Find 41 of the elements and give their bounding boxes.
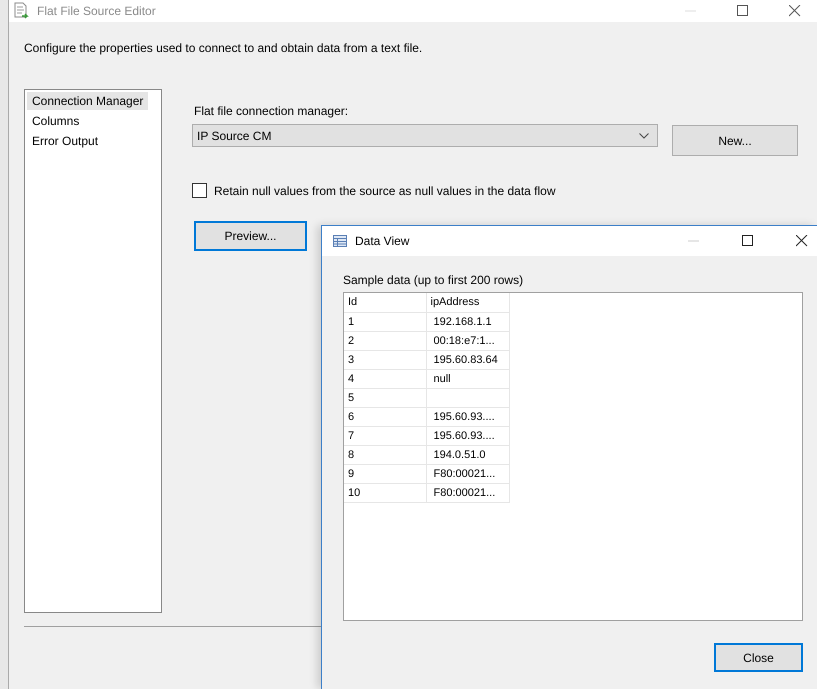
table-cell: 192.168.1.1 bbox=[434, 316, 492, 328]
column-header[interactable]: ipAddress bbox=[426, 293, 509, 312]
table-cell: 3 bbox=[348, 354, 354, 366]
table-cell: 5 bbox=[348, 392, 354, 404]
grid-icon bbox=[333, 235, 347, 247]
sidebar-item[interactable]: Columns bbox=[27, 112, 84, 130]
preview-button[interactable]: Preview... bbox=[194, 221, 307, 251]
sidebar-item[interactable]: Connection Manager bbox=[27, 92, 148, 110]
table-cell: 7 bbox=[348, 430, 354, 442]
chevron-icon bbox=[639, 132, 649, 138]
connection-dropdown[interactable]: IP Source CM bbox=[192, 124, 658, 147]
checkbox-label: Retain null values from the source as null values in the data flow bbox=[214, 184, 556, 198]
column-header[interactable]: Id bbox=[344, 293, 426, 312]
maximize-icon[interactable] bbox=[737, 5, 749, 17]
table-cell: 4 bbox=[348, 372, 354, 384]
caption-text: Sample data (up to first 200 rows) bbox=[343, 273, 524, 289]
table-cell: 1 bbox=[348, 316, 354, 328]
table-cell: 9 bbox=[348, 468, 354, 480]
window-title: Data View bbox=[355, 234, 410, 248]
table-cell: F80:00021... bbox=[434, 468, 496, 480]
table-cell: 195.60.93.... bbox=[434, 410, 495, 422]
table-cell: 10 bbox=[348, 486, 360, 498]
field-label: Flat file connection manager: bbox=[194, 104, 350, 120]
table-cell: 195.60.83.64 bbox=[434, 354, 498, 366]
checkbox[interactable] bbox=[192, 183, 207, 198]
table-cell: 195.60.93.... bbox=[434, 430, 495, 442]
sidebar-item[interactable]: Error Output bbox=[27, 132, 104, 150]
table-cell: 2 bbox=[348, 334, 354, 346]
close-icon[interactable] bbox=[789, 5, 801, 17]
table-cell: F80:00021... bbox=[434, 486, 496, 498]
maximize-icon[interactable] bbox=[742, 235, 754, 247]
table-cell: 6 bbox=[348, 410, 354, 422]
window-title: Flat File Source Editor bbox=[37, 4, 156, 18]
table-cell: null bbox=[434, 372, 451, 384]
close-button[interactable]: Close bbox=[714, 643, 803, 672]
description-text: Configure the properties used to connect to and obtain data from a text file. bbox=[24, 41, 424, 57]
table-cell: 8 bbox=[348, 448, 354, 460]
close-icon[interactable] bbox=[796, 235, 808, 247]
table-cell: 194.0.51.0 bbox=[434, 448, 486, 460]
table-cell: 00:18:e7:1... bbox=[434, 334, 495, 346]
new-button[interactable]: New... bbox=[672, 125, 798, 156]
